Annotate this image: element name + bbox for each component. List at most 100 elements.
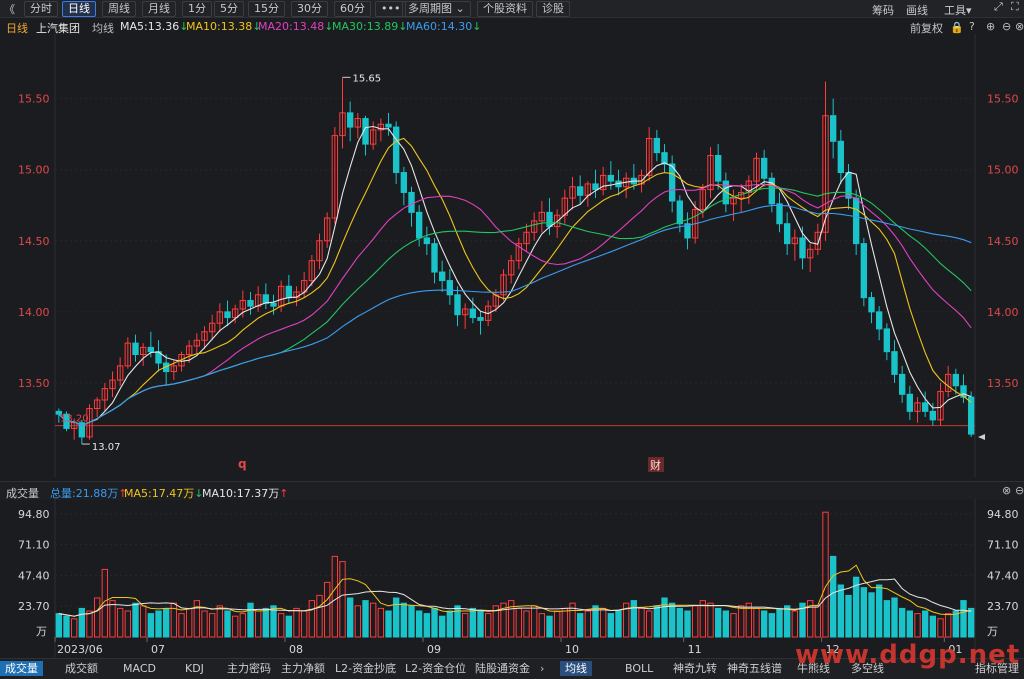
volume-bar <box>369 602 377 638</box>
triangle-down-icon: ▾ <box>966 4 972 17</box>
volume-bar <box>139 605 147 638</box>
candle-body <box>469 308 477 319</box>
tools-menu[interactable]: 工具▾ <box>944 2 972 18</box>
volume-bar <box>967 607 975 638</box>
volume-bar <box>768 613 776 638</box>
tab-turnover[interactable]: 成交额 <box>60 661 103 676</box>
volume-bar <box>224 610 231 638</box>
volume-bar <box>707 602 714 638</box>
tab-15min[interactable]: 15分 <box>248 1 285 17</box>
tab-30min[interactable]: 30分 <box>291 1 328 17</box>
x-tick-label: 11 <box>688 643 702 656</box>
tab-magic-nine[interactable]: 神奇九转 <box>668 661 722 676</box>
y-tick-label-right: 13.50 <box>987 377 1019 390</box>
candle-body <box>224 311 231 319</box>
volume-bar <box>408 605 415 638</box>
candlestick-chart[interactable]: 15.50 15.50 15.00 15.00 14.50 14.50 14.00 14.00… <box>0 34 1024 477</box>
lock-icon[interactable]: 🔒 <box>950 21 964 34</box>
tab-l2-bottom[interactable]: L2-资金抄底 <box>330 661 401 676</box>
volume-bar <box>262 607 270 638</box>
multi-period-dropdown[interactable]: 多周期图 ⌄ <box>402 1 471 17</box>
tab-magic-five[interactable]: 神奇五线谱 <box>722 661 787 676</box>
chips-button[interactable]: 筹码 <box>872 2 894 18</box>
volume-bar <box>530 605 538 638</box>
candle-body <box>653 137 661 154</box>
volume-bar <box>469 607 477 638</box>
volume-bar <box>599 607 607 638</box>
tab-northbound[interactable]: 陆股通资金 <box>470 661 535 676</box>
tab-5min[interactable]: 5分 <box>214 1 244 17</box>
y-tick-label-left: 15.50 <box>18 93 50 106</box>
vol-tick-label-left: 94.80 <box>18 508 50 521</box>
volume-bar <box>829 555 837 638</box>
volume-chart[interactable]: 94.80 94.80 71.10 71.10 47.40 47.40 23.70 23.70… <box>0 499 1024 657</box>
volume-bar <box>293 607 300 638</box>
top-toolbar: 《 分时 日线 周线 月线 1分 5分 15分 30分 60分 ••• 多周期图… <box>0 0 1024 18</box>
fullscreen-icon[interactable]: ⛶ <box>1011 0 1019 14</box>
chevron-right-icon[interactable]: › <box>540 662 544 675</box>
tab-macd[interactable]: MACD <box>118 661 161 676</box>
tab-boll[interactable]: BOLL <box>620 661 658 676</box>
question-icon[interactable]: ? <box>969 20 975 33</box>
tab-daily[interactable]: 日线 <box>62 1 96 17</box>
vol-tick-label-right: 23.70 <box>987 600 1019 613</box>
volume-bar <box>914 613 921 638</box>
volume-bar <box>423 613 431 638</box>
candle-body <box>438 271 446 282</box>
tab-fenshi[interactable]: 分时 <box>24 1 58 17</box>
volume-bar <box>147 613 155 638</box>
tab-weekly[interactable]: 周线 <box>102 1 136 17</box>
volume-bar <box>937 618 944 638</box>
candle-body <box>837 140 845 174</box>
tab-main-net[interactable]: 主力净额 <box>276 661 330 676</box>
stock-info-button[interactable]: 个股资料 <box>477 1 533 17</box>
candle-body <box>446 280 454 296</box>
tab-main-code[interactable]: 主力密码 <box>222 661 276 676</box>
chevron-down-icon: ⌄ <box>455 2 465 15</box>
tab-ma[interactable]: 均线 <box>560 661 592 676</box>
tab-60min[interactable]: 60分 <box>334 1 371 17</box>
candle-body <box>906 393 914 412</box>
y-tick-label-right: 15.00 <box>987 164 1019 177</box>
tab-volume[interactable]: 成交量 <box>0 661 43 676</box>
volume-bar <box>668 602 676 638</box>
volume-zoom-icon[interactable]: ⊖ <box>1015 484 1024 497</box>
tab-l2-position[interactable]: L2-资金仓位 <box>400 661 471 676</box>
diagnose-button[interactable]: 诊股 <box>536 1 570 17</box>
tab-monthly[interactable]: 月线 <box>142 1 176 17</box>
candle-body <box>262 294 270 304</box>
candle-body <box>714 155 722 182</box>
y-tick-label-left: 13.50 <box>18 377 50 390</box>
candle-body <box>592 183 599 191</box>
expand-icon[interactable]: ⤢ <box>994 0 1003 14</box>
volume-bar <box>515 607 523 638</box>
volume-bar <box>676 607 684 638</box>
volume-bar <box>208 613 216 638</box>
candle-body <box>868 297 875 313</box>
volume-bar <box>400 602 408 638</box>
volume-close-icon[interactable]: ⊗ <box>1002 484 1011 497</box>
volume-bar <box>454 605 461 638</box>
volume-bar <box>944 613 952 638</box>
x-tick-label: 08 <box>289 643 303 656</box>
tab-1min[interactable]: 1分 <box>182 1 212 17</box>
ma60-value: MA60:14.30↓ <box>406 20 482 33</box>
ma20-line <box>58 183 972 427</box>
ma30-value: MA30:13.89↓ <box>332 20 408 33</box>
zoom-in-icon[interactable]: ⊕ <box>986 20 995 33</box>
volume-bar <box>162 607 170 638</box>
volume-bar <box>737 605 745 638</box>
close-icon[interactable]: ⊗ <box>1015 20 1024 33</box>
ma10-value: MA10:13.38↓ <box>186 20 262 33</box>
candle-body <box>668 163 676 202</box>
volume-bar <box>576 613 584 638</box>
volume-bar <box>354 605 362 638</box>
volume-bar <box>201 610 208 638</box>
tab-kdj[interactable]: KDJ <box>180 661 209 676</box>
draw-line-button[interactable]: 画线 <box>906 2 928 18</box>
back-icon[interactable]: 《 <box>4 1 15 17</box>
y-tick-label-right: 14.00 <box>987 306 1019 319</box>
zoom-out-icon[interactable]: ⊖ <box>1002 20 1011 33</box>
candle-body <box>799 237 806 259</box>
vol-unit-left: 万 <box>36 625 47 638</box>
